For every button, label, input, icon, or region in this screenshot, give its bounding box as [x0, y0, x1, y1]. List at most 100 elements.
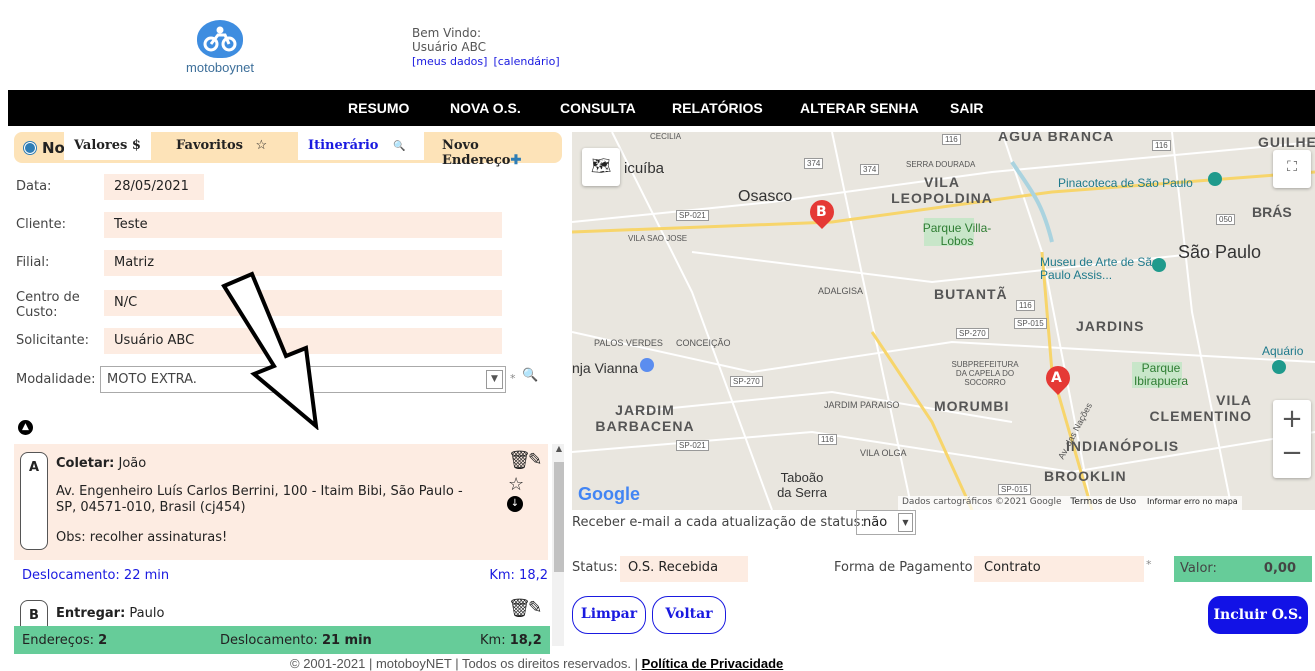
calendario-link[interactable]: [calendário]	[493, 55, 559, 68]
museum-pin-icon[interactable]	[1152, 258, 1166, 272]
privacy-link[interactable]: Política de Privacidade	[642, 656, 784, 671]
map-label: VILA OLGA	[860, 448, 907, 458]
store-pin-icon[interactable]	[640, 358, 654, 372]
map-label: Pinacoteca de São Paulo	[1058, 176, 1193, 190]
logo-text: motoboynet	[186, 60, 254, 75]
plus-icon: ✚	[510, 153, 522, 168]
header: motoboynet Bem Vindo: Usuário ABC [meus …	[8, 14, 1315, 88]
terms-link[interactable]: Termos de Uso	[1070, 497, 1136, 507]
stop-name: João	[118, 456, 147, 471]
map-attribution: Dados cartográficos ©2021 Google Termos …	[898, 496, 1242, 510]
meus-dados-link[interactable]: [meus dados]	[412, 55, 487, 68]
email-select[interactable]: não ▼	[856, 510, 916, 535]
voltar-button[interactable]: Voltar	[652, 596, 726, 634]
road-shield: 374	[804, 158, 824, 169]
map-label: SERRA DOURADA	[906, 160, 976, 169]
footer-text: © 2001-2021 | motoboyNET | Todos os dire…	[290, 656, 639, 671]
chevron-down-icon[interactable]: ▼	[898, 513, 913, 532]
nav-sair[interactable]: SAIR	[950, 100, 983, 116]
road-shield: SP-270	[730, 376, 763, 387]
email-value: não	[863, 515, 888, 530]
map-label: JARDIM BARBACENA	[595, 402, 695, 434]
map-label: VILA CLEMENTINO	[1149, 392, 1252, 424]
map-label: BROOKLIN	[1044, 468, 1127, 484]
stop-a: A Coletar: João Av. Engenheiro Luís Carl…	[14, 444, 548, 560]
google-logo: Google	[578, 484, 640, 504]
tab-novo-endereco-label: Novo Endereço	[442, 138, 511, 168]
globe-icon	[24, 142, 36, 154]
map-label: PALOS VERDES	[594, 338, 663, 348]
stop-address: Av. Engenheiro Luís Carlos Berrini, 100 …	[56, 484, 463, 515]
stop-action: Entregar:	[56, 606, 126, 621]
nav-nova-os[interactable]: NOVA O.S.	[450, 100, 521, 116]
tab-itinerario[interactable]: Itinerário 🔍	[298, 130, 424, 160]
valor-box: Valor: 0,00	[1174, 556, 1312, 582]
data-label: Data:	[16, 179, 52, 194]
star-icon[interactable]: ☆	[508, 474, 524, 495]
footer: © 2001-2021 | motoboyNET | Todos os dire…	[290, 656, 783, 671]
required-mark: *	[510, 372, 516, 385]
email-label: Receber e-mail a cada atualização de sta…	[572, 515, 865, 530]
arrow-down-icon[interactable]: ↓	[507, 496, 523, 512]
road-shield: SP-021	[676, 210, 709, 221]
route-map[interactable]: icuíba Osasco VILA LEOPOLDINA Parque Vil…	[572, 132, 1315, 510]
map-label: Aquário	[1262, 344, 1304, 358]
nav-alterar-senha[interactable]: ALTERAR SENHA	[800, 100, 919, 116]
map-label: JARDIM PARAISO	[824, 400, 900, 410]
data-row: Data: 28/05/2021	[16, 174, 564, 200]
scrollbar-thumb[interactable]	[554, 462, 564, 572]
stop-km: Km: 18,2	[489, 568, 548, 583]
itinerary-summary: Endereços: 2 Deslocamento: 21 min Km: 18…	[14, 626, 550, 654]
nav-relatorios[interactable]: RELATÓRIOS	[672, 100, 763, 116]
stop-a-metrics: Deslocamento: 22 min Km: 18,2	[22, 568, 548, 583]
tab-novo-endereco[interactable]: Novo Endereço✚	[432, 130, 564, 168]
search-icon[interactable]: 🔍	[522, 368, 538, 383]
road-shield: SP-270	[956, 328, 989, 339]
collapse-icon[interactable]: ▲	[18, 420, 33, 435]
itinerary-scrollbar[interactable]: ▲	[552, 444, 564, 646]
zoom-in-icon[interactable]: +	[1273, 400, 1311, 438]
limpar-button[interactable]: Limpar	[572, 596, 646, 634]
map-label: VILA LEOPOLDINA	[891, 174, 993, 206]
map-label: ADALGISA	[818, 286, 864, 296]
marker-a-label: A	[1051, 370, 1062, 386]
solicitante-label: Solicitante:	[16, 333, 89, 348]
fullscreen-icon[interactable]: ⛶	[1273, 150, 1311, 188]
museum-pin-icon[interactable]	[1208, 172, 1222, 186]
map-label: GUILHE	[1258, 134, 1315, 150]
road-shield: SP-015	[1014, 318, 1047, 329]
cliente-label: Cliente:	[16, 217, 67, 232]
pagamento-field[interactable]: Contrato	[974, 556, 1144, 582]
nav-resumo[interactable]: RESUMO	[348, 100, 409, 116]
tab-favoritos[interactable]: Favoritos ☆	[166, 130, 277, 160]
summary-km-value: 18,2	[509, 633, 542, 648]
cliente-field[interactable]: Teste	[104, 212, 502, 238]
welcome-greeting: Bem Vindo:	[412, 26, 482, 40]
stop-name: Paulo	[129, 606, 165, 621]
zoom-out-icon[interactable]: −	[1273, 438, 1311, 476]
logo[interactable]: motoboynet	[170, 20, 270, 75]
chevron-down-icon[interactable]: ▼	[486, 370, 503, 389]
required-mark: *	[1146, 558, 1152, 571]
stop-letter: A	[20, 452, 48, 550]
summary-desloc-value: 21 min	[321, 633, 372, 648]
summary-km-label: Km:	[480, 633, 506, 648]
map-label: CONCEIÇÃO	[676, 338, 731, 348]
edit-icon[interactable]: ✎	[528, 598, 542, 618]
aquarium-pin-icon[interactable]	[1272, 360, 1286, 374]
centro-label: Centro de Custo:	[16, 290, 80, 320]
status-field: O.S. Recebida	[620, 556, 748, 582]
road-shield: 374	[860, 164, 880, 175]
welcome-user: Usuário ABC	[412, 40, 487, 54]
data-field[interactable]: 28/05/2021	[104, 174, 204, 200]
map-type-icon[interactable]: 🗺	[582, 148, 620, 186]
map-label: INDIANÓPOLIS	[1066, 438, 1180, 454]
report-error-link[interactable]: Informar erro no mapa	[1147, 497, 1238, 506]
stop-obs: Obs: recolher assinaturas!	[56, 530, 228, 545]
nav-consulta[interactable]: CONSULTA	[560, 100, 636, 116]
incluir-os-button[interactable]: Incluir O.S.	[1208, 596, 1308, 634]
edit-icon[interactable]: ✎	[528, 450, 542, 470]
summary-enderecos-value: 2	[98, 633, 108, 648]
map-label: BRÁS	[1252, 204, 1292, 220]
tab-valores[interactable]: Valores $	[64, 130, 151, 160]
